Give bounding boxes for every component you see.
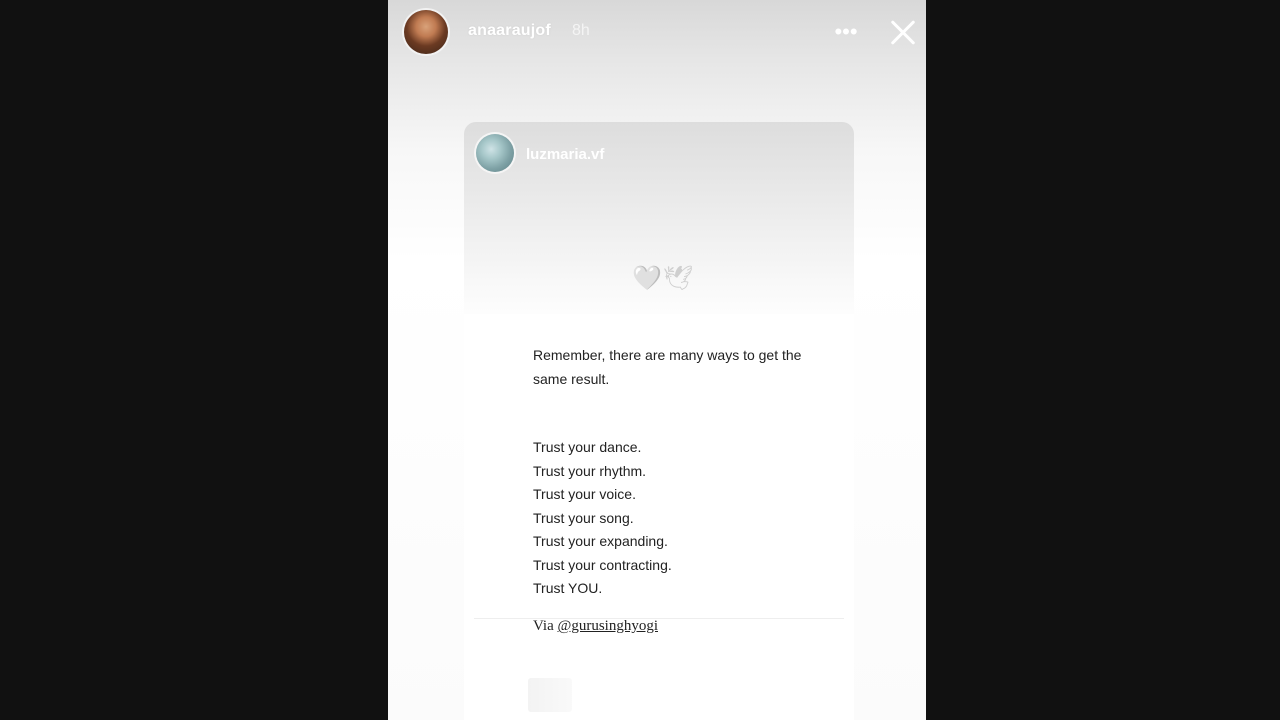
more-options-button[interactable]: ••• (832, 20, 860, 44)
quote-card: Remember, there are many ways to get the… (464, 314, 854, 720)
divider (474, 618, 844, 619)
trust-list: Trust your dance. Trust your rhythm. Tru… (533, 436, 672, 601)
story-avatar[interactable] (404, 10, 448, 54)
faded-graphic (528, 678, 572, 712)
quote-intro-text: Remember, there are many ways to get the… (533, 347, 802, 387)
more-icon: ••• (834, 19, 858, 44)
shared-post-username[interactable]: luzmaria.vf (526, 146, 604, 163)
trust-line: Trust your rhythm. (533, 462, 647, 479)
shared-post[interactable]: luzmaria.vf 🤍🕊 Remember, there are many … (464, 122, 854, 720)
shared-post-header: luzmaria.vf (464, 122, 854, 186)
trust-line: Trust YOU. (533, 580, 603, 596)
story-username[interactable]: anaaraujof (468, 22, 551, 40)
trust-line: Trust your expanding. (533, 533, 668, 549)
dove-icon: 🕊 (662, 265, 695, 292)
shared-post-avatar[interactable] (476, 134, 514, 172)
emoji-row: 🤍🕊 (632, 264, 694, 293)
story-timestamp: 8h (572, 22, 590, 39)
story-header: anaaraujof 8h ••• (388, 0, 926, 64)
trust-line: Trust your contracting. (533, 556, 672, 573)
close-button[interactable] (886, 16, 920, 50)
trust-line: Trust your voice. (533, 486, 636, 502)
via-prefix: Via (533, 618, 554, 634)
trust-line: Trust your dance. (533, 439, 642, 455)
via-credit: Via @gurusinghyogi (533, 618, 658, 635)
trust-line: Trust your song. (533, 509, 634, 526)
story-viewer[interactable]: anaaraujof 8h ••• luzmaria.vf 🤍🕊 Remembe… (388, 0, 926, 720)
white-heart-icon: 🤍 (632, 265, 663, 292)
via-handle-link[interactable]: @gurusinghyogi (558, 618, 658, 634)
